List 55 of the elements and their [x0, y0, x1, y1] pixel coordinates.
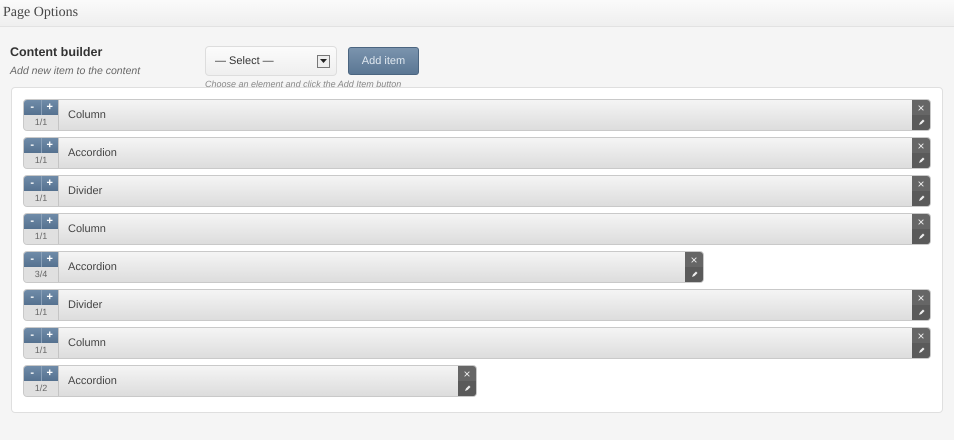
builder-item[interactable]: - + 1/1 Divider × [23, 289, 931, 321]
pencil-icon [918, 309, 924, 316]
hint-text: Choose an element and click the Add Item button [205, 79, 402, 89]
edit-button[interactable] [458, 381, 476, 396]
decrease-button[interactable]: - [24, 366, 40, 381]
item-label: Divider [67, 185, 104, 197]
decrease-button[interactable]: - [24, 138, 40, 153]
item-label: Accordion [67, 147, 118, 159]
element-select[interactable]: — Select — [205, 46, 337, 76]
decrease-button[interactable]: - [24, 252, 40, 267]
builder-item[interactable]: - + 1/2 Accordion × [23, 365, 477, 397]
builder-description: Add new item to the content [10, 65, 142, 77]
decrease-button[interactable]: - [24, 328, 40, 343]
size-label: 1/1 [24, 115, 58, 130]
add-item-button[interactable]: Add item [348, 46, 419, 74]
builder-item[interactable]: - + 1/1 Column × [23, 99, 931, 131]
size-label: 1/1 [24, 305, 58, 320]
edit-button[interactable] [912, 305, 930, 320]
builder-item[interactable]: - + 1/1 Column × [23, 213, 931, 245]
edit-button[interactable] [912, 153, 930, 168]
item-label: Column [67, 223, 107, 235]
decrease-button[interactable]: - [24, 100, 40, 115]
item-label: Accordion [67, 261, 118, 273]
edit-button[interactable] [685, 267, 703, 282]
decrease-button[interactable]: - [24, 176, 40, 191]
size-label: 3/4 [24, 267, 58, 282]
builder-item[interactable]: - + 1/1 Column × [23, 327, 931, 359]
builder-item[interactable]: - + 1/1 Accordion × [23, 137, 931, 169]
item-label: Accordion [67, 375, 118, 387]
size-label: 1/1 [24, 229, 58, 244]
decrease-button[interactable]: - [24, 214, 40, 229]
caret-icon [317, 54, 330, 68]
decrease-button[interactable]: - [24, 290, 40, 305]
size-label: 1/1 [24, 343, 58, 358]
size-label: 1/1 [24, 153, 58, 168]
pencil-icon [918, 119, 924, 126]
section-title: Page Options [2, 4, 78, 21]
pencil-icon [918, 347, 924, 354]
pencil-icon [918, 233, 924, 240]
edit-button[interactable] [912, 343, 930, 358]
builder-title: Content builder [10, 45, 104, 59]
size-label: 1/2 [24, 381, 58, 396]
item-label: Column [67, 337, 107, 349]
builder-item[interactable]: - + 3/4 Accordion × [23, 251, 704, 283]
size-label: 1/1 [24, 191, 58, 206]
pencil-icon [464, 385, 470, 392]
pencil-icon [918, 157, 924, 164]
edit-button[interactable] [912, 191, 930, 206]
item-label: Divider [67, 299, 104, 311]
pencil-icon [690, 271, 698, 278]
pencil-icon [918, 195, 924, 202]
edit-button[interactable] [912, 229, 930, 244]
builder-item[interactable]: - + 1/1 Divider × [23, 175, 931, 207]
item-label: Column [67, 109, 107, 121]
edit-button[interactable] [912, 115, 930, 130]
